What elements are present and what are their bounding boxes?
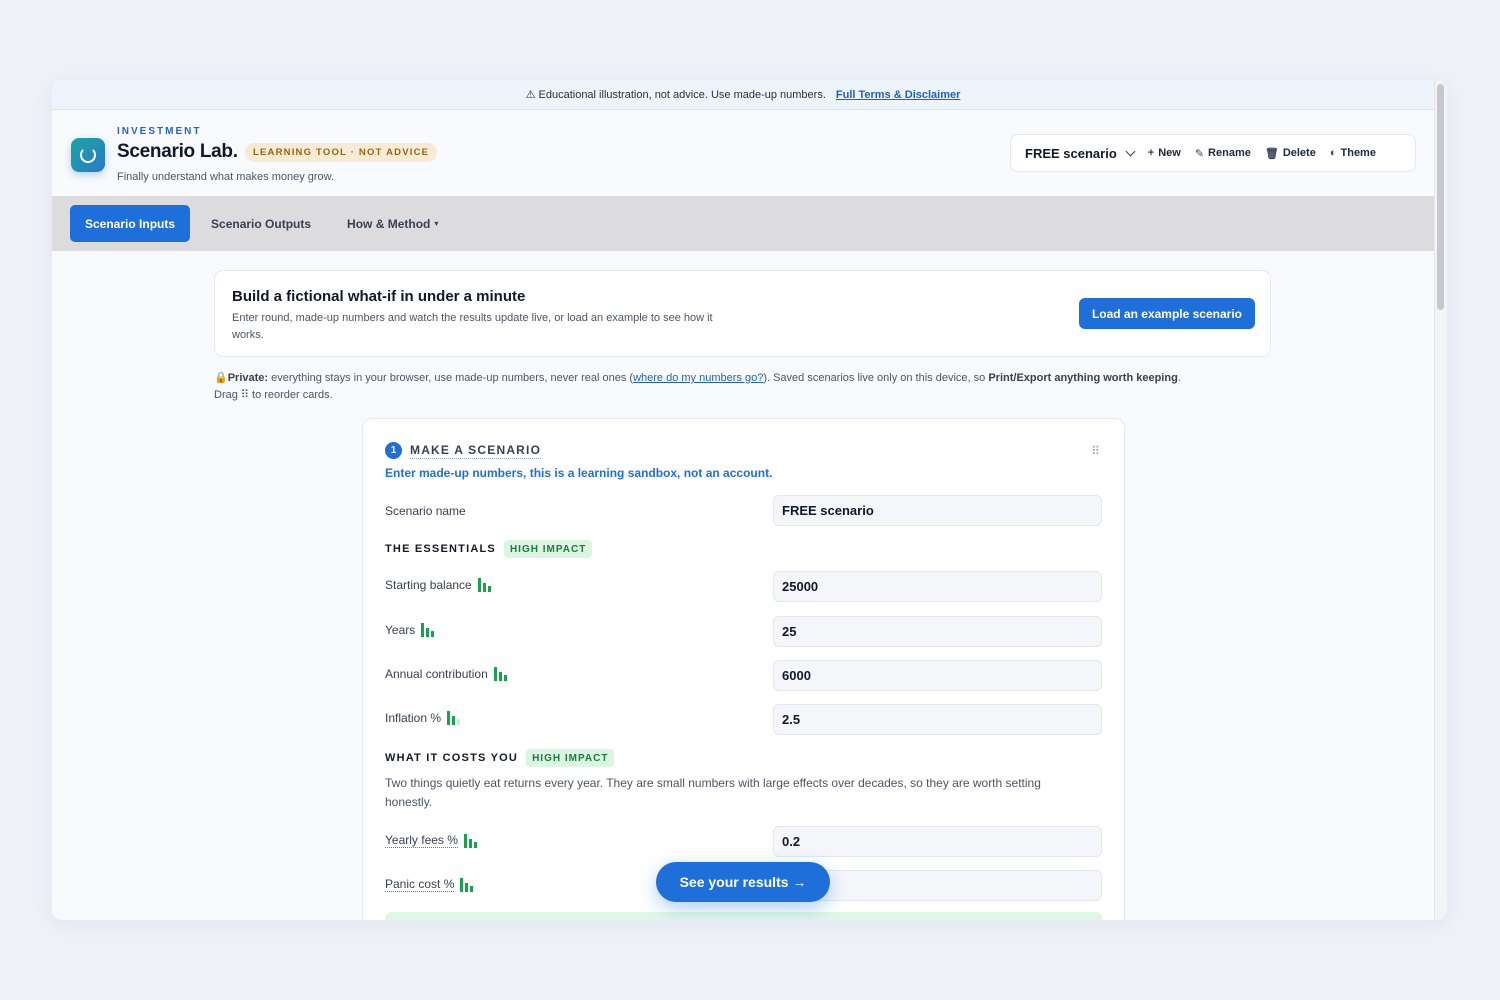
scenario-name-input[interactable] (773, 495, 1102, 526)
years-label: Years (385, 623, 435, 637)
page-content: ⚠ Educational illustration, not advice. … (52, 80, 1434, 920)
scenario-name-label-text: Scenario name (385, 504, 466, 518)
annual-contribution-label: Annual contribution (385, 667, 507, 681)
rename-button[interactable]: ✎ Rename (1195, 147, 1251, 160)
privacy-text-2: ). Saved scenarios live only on this dev… (763, 372, 989, 384)
load-example-button[interactable]: Load an example scenario (1078, 298, 1255, 329)
lock-icon: 🔒 (214, 372, 228, 384)
step-subtitle: Enter made-up numbers, this is a learnin… (385, 466, 773, 480)
disclaimer-bar: ⚠ Educational illustration, not advice. … (52, 80, 1434, 110)
disclaimer-link[interactable]: Full Terms & Disclaimer (836, 89, 961, 101)
tab-how-and-method-label: How & Method (347, 216, 431, 231)
header: INVESTMENT Scenario Lab. LEARNING TOOL ·… (52, 110, 1434, 196)
scenario-toolbar: FREE scenario + New ✎ Rename 🗑 Delete ◐ (1010, 134, 1416, 172)
privacy-text-3: . (1177, 372, 1181, 384)
privacy-lead: Private: (227, 372, 269, 384)
privacy-text-1: everything stays in your browser, use ma… (268, 372, 634, 384)
privacy-line-2: Drag ⠿ to reorder cards. (214, 389, 333, 401)
intro-text: Enter round, made-up numbers and watch t… (232, 312, 713, 341)
ring-logo-icon (71, 138, 105, 172)
annual-contribution-input[interactable] (773, 660, 1102, 691)
starting-balance-label-text: Starting balance (385, 578, 472, 592)
tab-scenario-inputs[interactable]: Scenario Inputs (70, 205, 191, 242)
make-scenario-card: 1 MAKE A SCENARIO ⠿ Enter made-up number… (362, 418, 1125, 920)
yearly-fees-label: Yearly fees % (385, 833, 477, 848)
brand-title: Scenario Lab. (117, 141, 238, 162)
pencil-icon: ✎ (1194, 147, 1205, 160)
theme-button[interactable]: ◐ Theme (1330, 147, 1376, 159)
costs-header: WHAT IT COSTS YOU HIGH IMPACT (385, 749, 615, 767)
delete-label: Delete (1282, 147, 1316, 159)
new-scenario-button[interactable]: + New (1148, 147, 1181, 159)
impact-bars-icon (477, 578, 491, 592)
drag-handle-icon[interactable]: ⠿ (1091, 444, 1100, 458)
impact-bars-icon (463, 833, 477, 848)
years-input[interactable] (773, 616, 1102, 647)
impact-bars-icon (493, 667, 507, 681)
starting-balance-label: Starting balance (385, 578, 491, 592)
trash-icon: 🗑 (1264, 147, 1279, 160)
essentials-header: THE ESSENTIALS HIGH IMPACT (385, 540, 593, 558)
intro-title: Build a fictional what-if in under a min… (232, 288, 526, 305)
costs-impact-badge: HIGH IMPACT (526, 749, 615, 767)
disclaimer-text: ⚠ Educational illustration, not advice. … (525, 89, 826, 101)
impact-bars-icon (460, 877, 474, 892)
see-results-button[interactable]: See your results → (656, 862, 830, 902)
costs-description: Two things quietly eat returns every yea… (385, 776, 1041, 809)
tab-scenario-outputs[interactable]: Scenario Outputs (196, 205, 326, 242)
chevron-down-icon (1125, 146, 1136, 156)
step-title: MAKE A SCENARIO (410, 442, 542, 459)
theme-label: Theme (1340, 147, 1376, 159)
years-label-text: Years (385, 623, 416, 637)
privacy-bold: Print/Export anything worth keeping (988, 372, 1178, 384)
learning-tool-badge: LEARNING TOOL · NOT ADVICE (245, 143, 438, 162)
starting-balance-input[interactable] (773, 571, 1102, 602)
annual-contribution-label-text: Annual contribution (385, 667, 488, 681)
panic-cost-label: Panic cost % (385, 877, 474, 892)
half-circle-icon: ◐ (1329, 147, 1337, 159)
inflation-input[interactable] (773, 704, 1102, 735)
delete-button[interactable]: 🗑 Delete (1265, 147, 1316, 160)
scenario-select[interactable]: FREE scenario (1025, 145, 1136, 161)
brand-eyebrow: INVESTMENT (117, 126, 202, 137)
summary-strip (385, 912, 1102, 920)
impact-bars-icon (447, 711, 461, 725)
new-label: New (1158, 147, 1181, 159)
yearly-fees-label-text[interactable]: Yearly fees % (385, 833, 458, 848)
tabs-bar: Scenario Inputs Scenario Outputs How & M… (52, 196, 1434, 251)
rename-label: Rename (1208, 147, 1251, 159)
scenario-name-label: Scenario name (385, 504, 466, 518)
costs-title: WHAT IT COSTS YOU (385, 752, 519, 764)
scrollbar-thumb[interactable] (1437, 84, 1444, 310)
privacy-note: 🔒Private: everything stays in your brows… (214, 370, 1274, 404)
step-header: 1 MAKE A SCENARIO (385, 442, 542, 459)
brand-tagline: Finally understand what makes money grow… (117, 171, 335, 183)
panic-cost-label-text[interactable]: Panic cost % (385, 877, 455, 892)
intro-card: Build a fictional what-if in under a min… (214, 270, 1271, 357)
essentials-title: THE ESSENTIALS (385, 543, 496, 555)
inflation-label: Inflation % (385, 711, 461, 725)
app-window: ⚠ Educational illustration, not advice. … (52, 80, 1447, 920)
plus-icon: + (1147, 147, 1155, 159)
step-number: 1 (385, 442, 402, 459)
caret-down-icon: ▾ (434, 219, 439, 228)
tab-how-and-method[interactable]: How & Method ▾ (332, 205, 453, 242)
yearly-fees-input[interactable] (773, 826, 1102, 857)
scrollbar[interactable] (1434, 80, 1447, 920)
impact-bars-icon (421, 623, 435, 637)
inflation-label-text: Inflation % (385, 711, 442, 725)
privacy-link[interactable]: where do my numbers go? (633, 372, 763, 384)
essentials-impact-badge: HIGH IMPACT (503, 540, 593, 558)
scenario-select-value: FREE scenario (1025, 145, 1117, 161)
